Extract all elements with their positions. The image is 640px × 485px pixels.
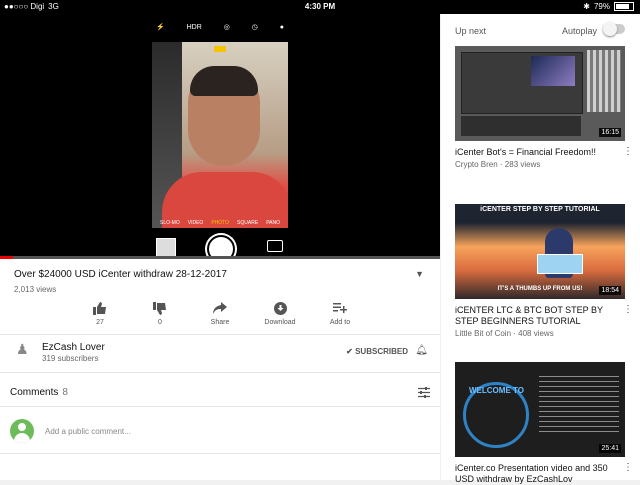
like-button[interactable]: 27 — [70, 301, 130, 326]
action-bar: 27 0 Share Download Add to — [70, 301, 370, 326]
comments-count: 8 — [62, 387, 68, 398]
video-duration: 25:41 — [599, 444, 621, 453]
camera-top-bar: ⚡ HDR ◎ ◷ ● — [152, 14, 288, 40]
mode-video: VIDEO — [187, 220, 204, 226]
battery-icon — [614, 2, 634, 11]
sort-comments-icon[interactable] — [418, 387, 430, 401]
comment-input[interactable]: Add a public comment... — [45, 427, 131, 436]
share-label: Share — [210, 319, 230, 326]
flash-icon: ⚡ — [156, 24, 165, 31]
clock: 4:30 PM — [304, 2, 336, 11]
channel-avatar[interactable]: ♟ — [16, 341, 36, 361]
thumbnail-text: iCENTER STEP BY STEP TUTORIAL — [480, 206, 600, 213]
download-button[interactable]: Download — [250, 301, 310, 326]
notification-bell-icon[interactable]: 🔔︎ — [415, 345, 428, 356]
channel-row[interactable]: ♟ EzCash Lover 319 subscribers ✔ SUBSCRI… — [14, 339, 428, 369]
comments-label: Comments — [10, 387, 59, 398]
subscriber-count: 319 subscribers — [42, 354, 99, 363]
download-icon — [272, 301, 288, 315]
camera-modes: SLO-MO VIDEO PHOTO SQUARE PANO — [152, 220, 288, 226]
bluetooth-icon: ✱ — [583, 2, 590, 11]
up-next-item[interactable]: 16:15 iCenter Bot's = Financial Freedom!… — [455, 46, 633, 169]
thumbnail-text: WELCOME TO — [469, 386, 524, 395]
flash-badge-icon — [214, 46, 226, 52]
dislike-button[interactable]: 0 — [130, 301, 190, 326]
video-player[interactable]: ⚡ HDR ◎ ◷ ● SLO-MO VIDEO PHOTO SQUARE PA… — [0, 14, 440, 263]
share-icon — [212, 301, 228, 315]
add-to-button[interactable]: Add to — [310, 301, 370, 326]
video-meta: Crypto Bren · 283 views — [455, 160, 541, 169]
share-button[interactable]: Share — [190, 301, 250, 326]
mode-square: SQUARE — [237, 220, 259, 226]
comments-header[interactable]: Comments 8 — [10, 387, 68, 398]
video-thumbnail[interactable]: WELCOME TO 25:41 — [455, 362, 625, 457]
video-title: iCenter Bot's = Financial Freedom!! — [455, 147, 597, 157]
download-label: Download — [264, 319, 296, 326]
thumbs-up-icon — [92, 301, 108, 315]
filter-icon: ● — [279, 23, 284, 31]
like-count: 27 — [96, 319, 104, 326]
autoplay-label: Autoplay — [562, 26, 598, 36]
video-duration: 18:54 — [599, 286, 621, 295]
mode-slomo: SLO-MO — [160, 220, 180, 226]
add-to-playlist-icon — [332, 301, 348, 315]
status-bar: ●●○○○ Digi 3G 4:30 PM ✱ 79% — [0, 0, 640, 14]
more-options-icon[interactable]: ⋮ — [623, 146, 633, 157]
flip-camera-icon — [267, 240, 283, 252]
add-comment-row[interactable]: Add a public comment... — [10, 419, 430, 445]
battery-percent: 79% — [593, 2, 610, 11]
video-title: iCenter.co Presentation video and 350 US… — [455, 463, 608, 484]
up-next-item[interactable]: iCENTER STEP BY STEP TUTORIAL IT'S A THU… — [455, 204, 633, 338]
timer-icon: ◷ — [251, 24, 258, 31]
video-title: Over $24000 USD iCenter withdraw 28-12-2… — [14, 269, 227, 280]
more-options-icon[interactable]: ⋮ — [623, 462, 633, 473]
check-icon: ✔ — [346, 347, 353, 356]
dislike-count: 0 — [158, 319, 162, 326]
video-meta: Little Bit of Coin · 408 views — [455, 329, 554, 338]
view-count: 2,013 views — [14, 285, 57, 294]
video-title-row[interactable]: Over $24000 USD iCenter withdraw 28-12-2… — [14, 269, 428, 280]
channel-name[interactable]: EzCash Lover — [42, 342, 105, 353]
subscribed-button[interactable]: ✔ SUBSCRIBED — [346, 347, 408, 356]
video-thumbnail[interactable]: iCENTER STEP BY STEP TUTORIAL IT'S A THU… — [455, 204, 625, 299]
up-next-panel: Up next Autoplay 16:15 iCenter Bot's = F… — [441, 14, 640, 484]
hdr-label: HDR — [186, 23, 202, 31]
subscribed-label: SUBSCRIBED — [355, 347, 408, 356]
mode-photo: PHOTO — [211, 220, 230, 226]
up-next-item[interactable]: WELCOME TO 25:41 iCenter.co Presentation… — [455, 362, 633, 485]
user-avatar — [10, 419, 34, 443]
video-duration: 16:15 — [599, 128, 621, 137]
video-thumbnail[interactable]: 16:15 — [455, 46, 625, 141]
mode-pano: PANO — [266, 220, 280, 226]
add-to-label: Add to — [329, 319, 351, 326]
more-options-icon[interactable]: ⋮ — [623, 304, 633, 315]
video-title: iCENTER LTC & BTC BOT STEP BY STEP BEGIN… — [455, 305, 603, 326]
thumbs-down-icon — [152, 301, 168, 315]
photo-thumbnail — [156, 238, 176, 258]
expand-description-icon[interactable]: ▼ — [415, 269, 424, 279]
video-frame — [152, 42, 288, 228]
up-next-header: Up next — [455, 26, 487, 36]
autoplay-toggle[interactable] — [603, 22, 625, 36]
live-photo-icon: ◎ — [223, 24, 230, 31]
video-info: Over $24000 USD iCenter withdraw 28-12-2… — [0, 259, 440, 480]
